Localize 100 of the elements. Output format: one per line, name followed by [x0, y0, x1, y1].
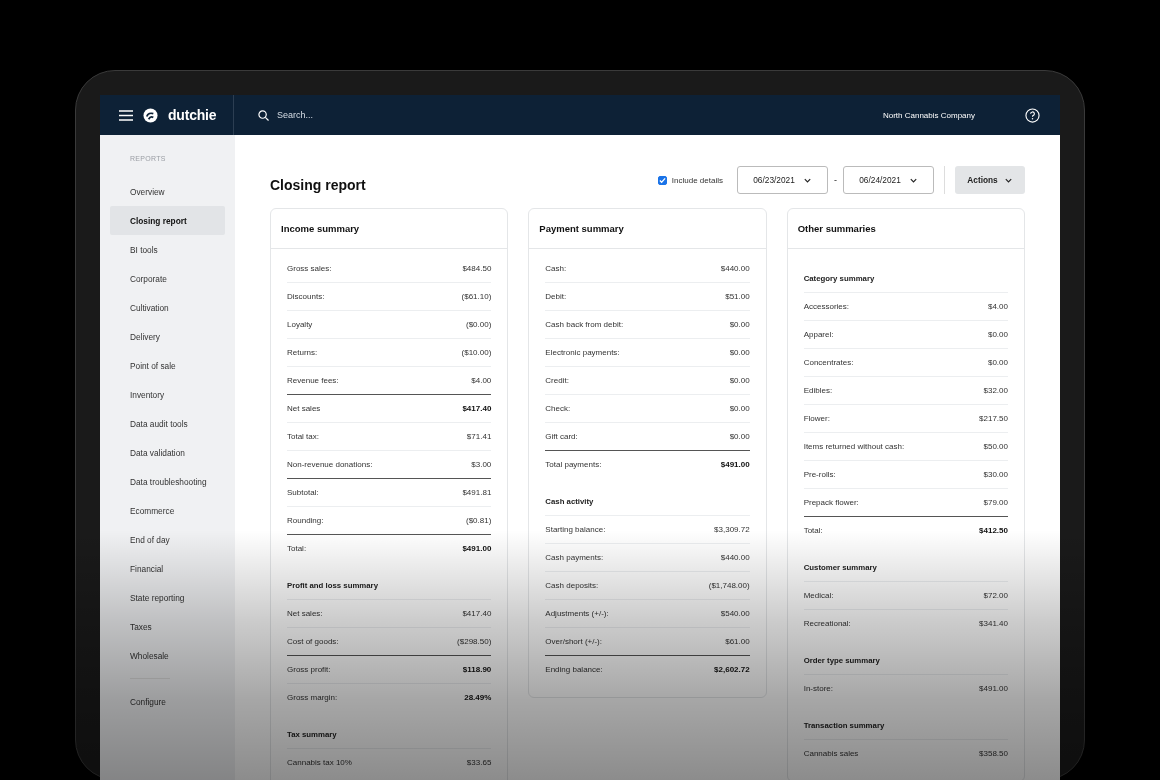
sidebar-item[interactable]: Taxes	[110, 612, 225, 641]
row-label: Returns:	[287, 348, 318, 357]
row-value: $0.00	[729, 404, 750, 413]
row-label: Apparel:	[803, 330, 834, 339]
sidebar-item[interactable]: State reporting	[110, 583, 225, 612]
sidebar-item[interactable]: Data validation	[110, 438, 225, 467]
row-label: Cannabis sales	[803, 749, 859, 758]
row-label: Gross profit:	[287, 665, 331, 674]
row-value: $32.00	[983, 386, 1008, 395]
row-label: Pre-rolls:	[803, 470, 836, 479]
sidebar-item[interactable]: Ecommerce	[110, 496, 225, 525]
row-value: $4.00	[987, 302, 1008, 311]
row-label: Starting balance:	[545, 525, 606, 534]
search-icon	[258, 109, 269, 121]
row-label: Check:	[545, 404, 571, 413]
company-name[interactable]: North Cannabis Company	[882, 110, 975, 120]
row-value: $72.00	[983, 591, 1008, 600]
date-picker[interactable]: 06/23/2021	[737, 166, 828, 194]
sidebar-item[interactable]: Corporate	[110, 264, 225, 293]
sidebar-item[interactable]: Data troubleshooting	[110, 467, 225, 496]
row-label: Accessories:	[803, 302, 849, 311]
row-label: Net sales	[287, 404, 321, 413]
row-value: $358.50	[979, 749, 1008, 758]
row-label: Gross sales:	[287, 264, 332, 273]
row-label: Gift card:	[545, 432, 578, 441]
sidebar-item[interactable]: Delivery	[110, 322, 225, 351]
row-value: $0.00	[729, 376, 750, 385]
row-value: $50.00	[983, 442, 1008, 451]
sidebar-item[interactable]: Wholesale	[110, 641, 225, 670]
search-field[interactable]: Search...	[275, 109, 479, 121]
row-value: $491.81	[462, 488, 492, 497]
row-label: Debit:	[545, 292, 567, 301]
row-label: Cash back from debit:	[545, 320, 624, 329]
row-label: Cost of goods:	[287, 637, 339, 646]
sidebar-item[interactable]: Data audit tools	[110, 409, 225, 438]
row-value: ($298.50)	[457, 637, 492, 646]
checkbox[interactable]	[657, 175, 667, 185]
sidebar-item[interactable]: BI tools	[110, 235, 225, 264]
page-title: Closing report	[270, 177, 366, 193]
row-label: Net sales:	[287, 609, 323, 618]
row-label: Discounts:	[287, 292, 325, 301]
row-label: Adjustments (+/-):	[545, 609, 609, 618]
date-separator: -	[834, 175, 837, 185]
sidebar-item[interactable]: Point of sale	[110, 351, 225, 380]
row-value: $440.00	[720, 553, 750, 562]
row-label: Medical:	[803, 591, 834, 600]
actions-button[interactable]: Actions	[955, 166, 1025, 194]
row-label: Recreational:	[803, 619, 851, 628]
row-value: $0.00	[729, 348, 750, 357]
row-value: $217.50	[979, 414, 1008, 423]
card-title: Other summaries	[787, 209, 1024, 249]
include-details-checkbox[interactable]: Include details	[657, 175, 723, 185]
row-label: Total:	[803, 526, 823, 535]
row-value: ($10.00)	[461, 348, 492, 357]
row-value: ($0.00)	[465, 320, 492, 329]
row-value: $71.41	[466, 432, 492, 441]
sidebar-item[interactable]: Inventory	[110, 380, 225, 409]
row-label: Gross margin:	[287, 693, 338, 702]
row-label: Over/short (+/-):	[545, 637, 602, 646]
row-label: Cash payments:	[545, 553, 604, 562]
row-label: Revenue fees:	[287, 376, 339, 385]
help-icon[interactable]	[1025, 107, 1040, 123]
row-value: $484.50	[462, 264, 492, 273]
row-label: Rounding:	[287, 516, 324, 525]
row-value: $0.00	[987, 330, 1008, 339]
row-label: Cannabis tax 10%	[287, 758, 352, 767]
row-value: $540.00	[720, 609, 750, 618]
row-label: Prepack flower:	[803, 498, 859, 507]
row-label: Total payments:	[545, 460, 602, 469]
row-label: Subtotal:	[287, 488, 319, 497]
sidebar-item[interactable]: Cultivation	[110, 293, 225, 322]
card-title: Income summary	[271, 209, 508, 249]
row-value: $491.00	[979, 684, 1008, 693]
row-value: $118.90	[462, 665, 492, 674]
row-label: Ending balance:	[545, 665, 603, 674]
row-value: $491.00	[462, 544, 492, 553]
row-label: Concentrates:	[803, 358, 854, 367]
row-label: Non-revenue donations:	[287, 460, 373, 469]
row-value: $3,309.72	[714, 525, 750, 534]
row-value: 28.49%	[464, 693, 492, 702]
sidebar-item[interactable]: Overview	[110, 177, 225, 206]
row-value: $33.65	[466, 758, 492, 767]
row-label: Electronic payments:	[545, 348, 620, 357]
row-value: $417.40	[462, 609, 492, 618]
sidebar-item[interactable]: Configure	[110, 687, 225, 716]
sidebar-item[interactable]: Closing report	[110, 206, 225, 235]
sidebar-item[interactable]: End of day	[110, 525, 225, 554]
row-value: $341.40	[979, 619, 1008, 628]
menu-icon[interactable]	[119, 109, 133, 121]
row-label: Total tax:	[287, 432, 319, 441]
row-value: $0.00	[987, 358, 1008, 367]
row-value: $51.00	[725, 292, 750, 301]
row-value: $0.00	[729, 432, 750, 441]
date-picker[interactable]: 06/24/2021	[843, 166, 934, 194]
row-label: Cash:	[545, 264, 567, 273]
row-label: Cash deposits:	[545, 581, 599, 590]
sidebar-item[interactable]: Financial	[110, 554, 225, 583]
row-label: Credit:	[545, 376, 569, 385]
row-value: $30.00	[983, 470, 1008, 479]
brand-name: dutchie	[168, 107, 217, 123]
